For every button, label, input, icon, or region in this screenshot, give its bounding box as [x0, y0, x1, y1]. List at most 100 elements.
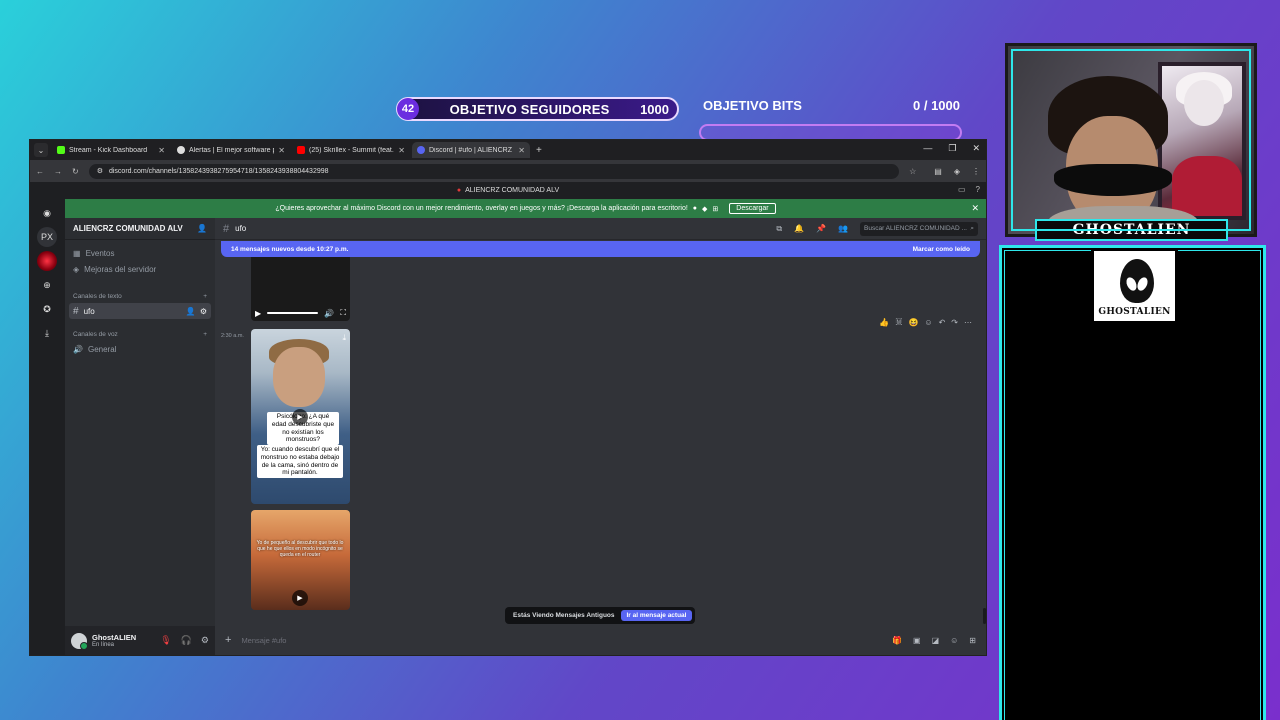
mute-mic-icon[interactable]: 🎙 — [160, 635, 171, 646]
server-px[interactable]: PX — [37, 227, 57, 247]
laugh-icon[interactable]: 😆 — [908, 318, 918, 327]
server-aliencrz[interactable] — [37, 251, 57, 271]
close-icon[interactable]: ✕ — [278, 146, 285, 155]
more-icon[interactable]: ⋯ — [964, 318, 972, 327]
settings-icon[interactable]: ⚙ — [200, 307, 207, 316]
extension-icon[interactable]: ▤ — [934, 167, 942, 176]
download-icon[interactable]: ⤓ — [342, 333, 346, 343]
download-button[interactable]: Descargar — [729, 203, 776, 214]
tab-discord[interactable]: Discord | #ufo | ALIENCRZ CO ✕ — [412, 142, 530, 158]
threads-icon[interactable]: ⧉ — [776, 224, 782, 234]
channel-ufo[interactable]: # ufo 👤 ⚙ — [69, 303, 211, 319]
message-input[interactable] — [241, 635, 883, 645]
text-channels-category[interactable]: Canales de texto + — [65, 289, 215, 303]
mark-read-button[interactable]: Marcar como leído — [913, 246, 970, 253]
minimize-icon[interactable]: — — [923, 143, 932, 154]
play-icon[interactable]: ▶ — [292, 409, 308, 425]
message-list: ▶ 🔊 ⛶ 👍 🇲 😆 ☺ ↶ ↷ ⋯ 2:30 a.m. ⤓ ¿A qué e… — [215, 241, 986, 625]
alerts-icon — [177, 146, 185, 154]
members-icon[interactable]: 👥 — [838, 224, 848, 233]
new-messages-text: 14 mensajes nuevos desde 10:27 p.m. — [231, 245, 349, 253]
search-input[interactable]: Buscar ALIENCRZ COMUNIDAD ... ⌕ — [860, 221, 978, 236]
wall-poster — [1158, 62, 1246, 220]
webcam-feed — [1005, 43, 1257, 237]
gift-icon[interactable]: 🎁 — [892, 636, 902, 645]
video-controls: ▶ 🔊 ⛶ — [255, 307, 346, 319]
close-icon[interactable]: ✕ — [158, 146, 165, 155]
tab-bar: ⌄ Stream - Kick Dashboard ✕ Alertas | El… — [30, 140, 986, 160]
invite-icon[interactable]: 👤 — [186, 307, 196, 316]
inbox-icon[interactable]: ▭ — [958, 185, 966, 194]
tab-title: (25) Skrillex - Summit (feat. Elli — [309, 146, 394, 154]
reply-icon[interactable]: ↶ — [939, 318, 946, 327]
attach-plus-icon[interactable]: + — [225, 634, 231, 646]
youtube-icon — [297, 146, 305, 154]
close-icon[interactable]: ✕ — [398, 146, 405, 155]
voice-channels-category[interactable]: Canales de voz + — [65, 327, 215, 341]
add-reaction-icon[interactable]: ☺ — [924, 318, 932, 327]
video-attachment[interactable]: ⤓ Psicólogo: ¿A qué edad descubriste que… — [251, 329, 350, 504]
extension-icon[interactable]: ◈ — [954, 167, 960, 176]
bell-icon[interactable]: 🔔 — [794, 224, 804, 233]
add-channel-icon[interactable]: + — [203, 331, 207, 338]
jump-to-present-button[interactable]: Ir al mensaje actual — [620, 610, 693, 621]
forward-icon[interactable]: ↷ — [951, 318, 958, 327]
forward-icon[interactable]: → — [54, 167, 62, 176]
webcam-nameplate: GHOSTALIEN — [1035, 219, 1228, 241]
maximize-icon[interactable]: ❐ — [948, 143, 956, 154]
seek-bar[interactable] — [267, 312, 319, 314]
add-member-icon[interactable]: 👤 — [197, 224, 207, 233]
channel-title: ufo — [235, 224, 247, 233]
settings-icon[interactable]: ⚙ — [201, 635, 209, 646]
video-attachment[interactable]: Yo de pequeño al descubrir que todo lo q… — [251, 510, 350, 610]
scrollbar[interactable] — [983, 608, 986, 624]
add-channel-icon[interactable]: + — [203, 293, 207, 300]
boosts-label: Mejoras del servidor — [84, 264, 157, 274]
desktop-app-promo: ¿Quieres aprovechar al máximo Discord co… — [65, 199, 986, 218]
new-messages-bar[interactable]: 14 mensajes nuevos desde 10:27 p.m. Marc… — [221, 241, 980, 257]
close-icon[interactable]: ✕ — [518, 146, 525, 155]
explore-icon[interactable]: ✪ — [37, 299, 57, 319]
help-icon[interactable]: ? — [976, 185, 980, 194]
site-info-icon[interactable]: ⚙ — [97, 167, 103, 175]
play-icon[interactable]: ▶ — [255, 309, 261, 318]
play-icon[interactable]: ▶ — [292, 590, 308, 606]
tab-alertas[interactable]: Alertas | El mejor software para ✕ — [172, 142, 290, 158]
close-icon[interactable]: ✕ — [971, 203, 979, 214]
discord-home-icon[interactable]: ◉ — [37, 203, 57, 223]
headphones-icon[interactable]: 🎧 — [181, 635, 192, 646]
gif-icon[interactable]: ▣ — [913, 636, 921, 645]
address-bar[interactable]: ⚙ discord.com/channels/13582439382759547… — [88, 163, 900, 179]
volume-icon[interactable]: 🔊 — [324, 309, 334, 318]
tab-kick-dashboard[interactable]: Stream - Kick Dashboard ✕ — [52, 142, 170, 158]
tab-youtube[interactable]: (25) Skrillex - Summit (feat. Elli ✕ — [292, 142, 410, 158]
window-controls: — ❐ ✕ — [923, 143, 980, 154]
bookmark-star-icon[interactable]: ☆ — [909, 167, 916, 176]
fullscreen-icon[interactable]: ⛶ — [340, 308, 346, 318]
channel-sidebar: ALIENCRZ COMUNIDAD ALV 👤 ▦ Eventos ◈ Mej… — [65, 218, 215, 655]
thumbs-up-icon[interactable]: 👍 — [879, 318, 889, 327]
tab-title: Alertas | El mejor software para — [189, 146, 274, 154]
back-icon[interactable]: ← — [36, 167, 44, 176]
emoji-icon[interactable]: ☺ — [950, 636, 958, 645]
boosts-item[interactable]: ◈ Mejoras del servidor — [65, 261, 215, 277]
sticker-icon[interactable]: ◪ — [932, 636, 940, 645]
events-item[interactable]: ▦ Eventos — [65, 245, 215, 261]
server-header[interactable]: ALIENCRZ COMUNIDAD ALV 👤 — [65, 218, 215, 240]
tab-search-button[interactable]: ⌄ — [34, 143, 48, 157]
pin-icon[interactable]: 📌 — [816, 224, 826, 233]
voice-channel-general[interactable]: 🔊 General — [65, 341, 215, 357]
discord-icon — [417, 146, 425, 154]
apps-icon[interactable]: ⊞ — [969, 636, 976, 645]
user-panel: GhostALIEN En línea 🎙 🎧 ⚙ — [65, 626, 215, 655]
reaction-icon[interactable]: 🇲 — [895, 317, 902, 327]
add-server-icon[interactable]: ⊕ — [37, 275, 57, 295]
close-window-icon[interactable]: ✕ — [972, 143, 980, 154]
video-caption: Yo: cuando descubrí que el monstruo no e… — [257, 445, 343, 479]
avatar[interactable] — [71, 632, 88, 650]
reload-icon[interactable]: ↻ — [72, 167, 79, 176]
menu-icon[interactable]: ⋮ — [972, 167, 980, 176]
download-icon[interactable]: ⤓ — [37, 323, 57, 343]
new-tab-button[interactable]: + — [536, 145, 542, 156]
bits-goal-label: OBJETIVO BITS — [703, 98, 802, 113]
